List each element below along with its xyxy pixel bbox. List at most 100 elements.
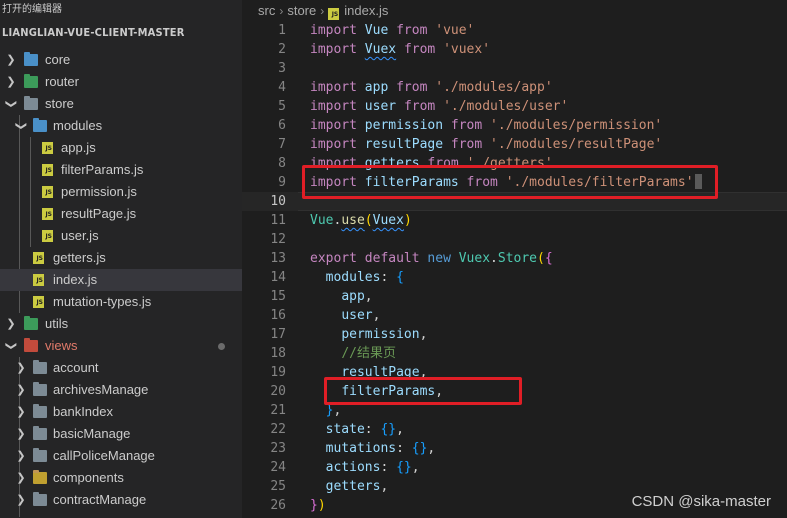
code-line[interactable]: 18 //结果页 [242,344,787,363]
line-number: 18 [270,346,286,361]
tree-folder-utils[interactable]: ❯ utils [0,313,242,335]
explorer-sidebar: 打开的编辑器 LIANGLIAN-VUE-CLIENT-MASTER ❯ cor… [0,0,242,518]
tree-folder-router[interactable]: ❯ router [0,71,242,93]
line-number: 17 [270,327,286,342]
code-line[interactable]: 6 import permission from './modules/permi… [242,116,787,135]
code-token: from [396,23,428,38]
code-line[interactable]: 15 app, [242,287,787,306]
tree-file-filterparams-js[interactable]: JS filterParams.js [0,159,242,181]
tree-item-label: views [45,338,78,353]
tree-folder-account[interactable]: ❯ account [0,357,242,379]
tree-item-label: archivesManage [53,382,149,397]
code-text: import permission from './modules/permis… [310,116,662,135]
chevron-right-icon: ❯ [16,428,26,440]
code-text: getters, [310,477,389,496]
code-token: : [396,441,412,456]
chevron-right-icon: ❯ [16,450,26,462]
line-number: 12 [270,232,286,247]
code-line[interactable]: 22 state: {}, [242,420,787,439]
tree-folder-contractmanage[interactable]: ❯ contractManage [0,489,242,511]
code-text: modules: { [310,268,404,287]
code-line[interactable]: 2 import Vuex from 'vuex' [242,40,787,59]
tree-folder-basicmanage[interactable]: ❯ basicManage [0,423,242,445]
tree-folder-archivesmanage[interactable]: ❯ archivesManage [0,379,242,401]
code-line[interactable]: 7 import resultPage from './modules/resul… [242,135,787,154]
line-number: 10 [270,194,286,209]
tree-folder-views[interactable]: ❯ views [0,335,242,357]
tree-file-permission-js[interactable]: JS permission.js [0,181,242,203]
code-token: : [380,270,397,285]
code-line[interactable]: 3 [242,59,787,78]
code-line[interactable]: 11 Vue.use(Vuex) [242,211,787,230]
line-number: 23 [270,441,286,456]
code-text: import app from './modules/app' [310,78,553,97]
code-line[interactable]: 13 export default new Vuex.Store({ [242,249,787,268]
tree-file-index-js[interactable]: JS index.js [0,269,242,291]
code-line[interactable]: 1 import Vue from 'vue' [242,21,787,40]
tree-folder-callpolicemanage[interactable]: ❯ callPoliceManage [0,445,242,467]
tree-file-app-js[interactable]: JS app.js [0,137,242,159]
code-token: import [310,80,357,95]
code-line[interactable]: 23 mutations: {}, [242,439,787,458]
code-line[interactable]: 5 import user from './modules/user' [242,97,787,116]
code-line[interactable]: 17 permission, [242,325,787,344]
code-token: {} [380,422,397,437]
folder-icon [33,360,47,374]
chevron-right-icon: › [279,4,284,18]
tree-file-mutation-types-js[interactable]: JS mutation-types.js [0,291,242,313]
tree-item-label: store [45,96,74,111]
folder-icon [33,426,47,440]
breadcrumb-item-store[interactable]: store [287,3,316,18]
folder-utils-icon [24,316,38,330]
tree-item-label: core [45,52,71,67]
tree-file-resultpage-js[interactable]: JS resultPage.js [0,203,242,225]
tree-file-user-js[interactable]: JS user.js [0,225,242,247]
open-editors-header[interactable]: 打开的编辑器 [0,0,242,20]
code-token: from [450,118,483,133]
watermark: CSDN @sika-master [631,493,771,510]
tree-folder-core[interactable]: ❯ core [0,49,242,71]
tree-folder-modules[interactable]: ❯ modules [0,115,242,137]
code-token: resultPage [364,137,444,152]
code-line[interactable]: 16 user, [242,306,787,325]
js-file-icon: JS [33,252,44,264]
code-line[interactable]: 4 import app from './modules/app' [242,78,787,97]
tree-folder-bankindex[interactable]: ❯ bankIndex [0,401,242,423]
tree-folder-components[interactable]: ❯ components [0,467,242,489]
code-token: getters [325,479,381,494]
tree-folder-store[interactable]: ❯ store [0,93,242,115]
tree-file-getters-js[interactable]: JS getters.js [0,247,242,269]
code-token: modules [325,270,381,285]
code-token: permission [364,118,444,133]
code-token: ) [317,498,326,513]
chevron-down-icon: ❯ [5,99,17,109]
project-title[interactable]: LIANGLIAN-VUE-CLIENT-MASTER [0,22,242,44]
code-token: , [419,327,428,342]
code-token: permission [341,327,420,342]
code-lines[interactable]: 1 import Vue from 'vue' 2 import Vuex from … [242,21,787,515]
highlight-box-import-line [302,165,718,199]
breadcrumb-item-src[interactable]: src [258,3,275,18]
tree-item-label: index.js [53,272,98,287]
code-line[interactable]: 12 [242,230,787,249]
code-line[interactable]: 24 actions: {}, [242,458,787,477]
code-token: {} [396,460,412,475]
js-file-icon: JS [42,208,53,220]
line-number: 11 [270,213,286,228]
code-text: //结果页 [310,344,396,363]
line-number: 2 [278,42,286,57]
tree-item-label: mutation-types.js [53,294,152,309]
code-token: './modules/permission' [490,118,663,133]
code-token: export [310,251,357,266]
code-editor[interactable]: src › store › JS index.js 1 import Vue from 'v… [242,0,787,518]
breadcrumb-item-file[interactable]: index.js [344,3,388,18]
js-file-icon: JS [42,186,53,198]
code-line[interactable]: 14 modules: { [242,268,787,287]
code-token: app [364,80,389,95]
